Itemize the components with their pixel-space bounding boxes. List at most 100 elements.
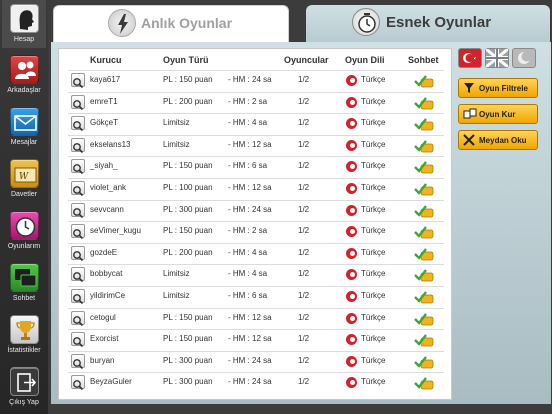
type-cell: PL : 150 puan bbox=[163, 334, 213, 344]
sidebar-item-chat[interactable]: Sohbet bbox=[2, 259, 46, 307]
button-label: Meydan Oku bbox=[479, 136, 527, 145]
time-cell: - HM : 12 sa bbox=[228, 139, 272, 149]
table-row[interactable]: gozdeE PL : 200 puan - HM : 4 sa 1/2 Türkçe bbox=[68, 242, 444, 263]
chat-check-icon[interactable] bbox=[414, 355, 434, 369]
chat-check-icon[interactable] bbox=[414, 96, 434, 110]
time-cell: - HM : 12 sa bbox=[228, 312, 272, 322]
turkey-flag-icon bbox=[346, 355, 357, 367]
column-header-founder: Kurucu bbox=[90, 55, 122, 65]
sidebar-item-account[interactable]: Hesap bbox=[2, 0, 46, 48]
table-row[interactable]: emreT1 PL : 200 puan - HM : 2 sa 1/2 Türkçe bbox=[68, 91, 444, 112]
language-cell: Türkçe bbox=[361, 204, 386, 214]
friends-icon bbox=[10, 55, 39, 84]
players-cell: 1/2 bbox=[298, 96, 310, 106]
chat-check-icon[interactable] bbox=[414, 268, 434, 282]
invitation-icon: W bbox=[10, 159, 39, 188]
magnifier-icon[interactable] bbox=[71, 224, 85, 240]
chat-check-icon[interactable] bbox=[414, 333, 434, 347]
magnifier-icon[interactable] bbox=[71, 159, 85, 175]
table-row[interactable]: GökçeT Limitsiz - HM : 4 sa 1/2 Türkçe bbox=[68, 113, 444, 133]
table-row[interactable]: yildirimCe Limitsiz - HM : 6 sa 1/2 Türkçe bbox=[68, 286, 444, 306]
magnifier-icon[interactable] bbox=[71, 137, 85, 153]
chat-check-icon[interactable] bbox=[414, 204, 434, 218]
magnifier-icon[interactable] bbox=[71, 310, 85, 326]
chat-check-icon[interactable] bbox=[414, 139, 434, 153]
chat-check-icon[interactable] bbox=[414, 160, 434, 174]
table-row[interactable]: ekselans13 Limitsiz - HM : 12 sa 1/2 Türkçe bbox=[68, 134, 444, 155]
filter-games-button[interactable]: Oyun Filtrele bbox=[458, 78, 538, 98]
moon-icon[interactable] bbox=[512, 48, 536, 68]
chat-check-icon[interactable] bbox=[414, 117, 434, 131]
table-row[interactable]: seVimer_kugu PL : 150 puan - HM : 2 sa 1/2 T… bbox=[68, 221, 444, 241]
magnifier-icon[interactable] bbox=[71, 332, 85, 348]
table-row[interactable]: buryan PL : 300 puan - HM : 24 sa 1/2 Türkçe bbox=[68, 350, 444, 371]
magnifier-icon[interactable] bbox=[71, 267, 85, 283]
players-cell: 1/2 bbox=[298, 118, 310, 128]
type-cell: PL : 100 puan bbox=[163, 183, 213, 192]
type-cell: Limitsiz bbox=[163, 139, 190, 149]
sidebar-item-label: İstatistikler bbox=[7, 347, 41, 354]
table-row[interactable]: cetogul PL : 150 puan - HM : 12 sa 1/2 Türkç… bbox=[68, 307, 444, 328]
time-cell: - HM : 4 sa bbox=[228, 247, 268, 257]
chat-check-icon[interactable] bbox=[414, 376, 434, 390]
magnifier-icon[interactable] bbox=[71, 94, 85, 110]
sidebar-item-logout[interactable]: Çıkış Yap bbox=[2, 363, 46, 411]
turkey-flag-icon bbox=[346, 247, 357, 259]
uk-flag-icon[interactable] bbox=[485, 47, 509, 69]
create-game-button[interactable]: Oyun Kur bbox=[458, 104, 538, 124]
table-row[interactable]: violet_ank PL : 100 puan - HM : 12 sa 1/2 Tü… bbox=[68, 178, 444, 198]
players-cell: 1/2 bbox=[298, 355, 310, 365]
turkey-flag-icon bbox=[346, 161, 357, 173]
players-cell: 1/2 bbox=[298, 204, 310, 214]
type-cell: Limitsiz bbox=[163, 291, 190, 300]
magnifier-icon[interactable] bbox=[71, 181, 85, 197]
tab-instant-games[interactable]: Anlık Oyunlar bbox=[53, 5, 289, 42]
sidebar-item-friends[interactable]: Arkadaşlar bbox=[2, 51, 46, 99]
time-cell: - HM : 2 sa bbox=[228, 226, 268, 236]
time-cell: - HM : 4 sa bbox=[228, 118, 268, 128]
chat-check-icon[interactable] bbox=[414, 247, 434, 261]
sidebar-item-label: Çıkış Yap bbox=[9, 399, 39, 406]
turkey-flag-icon[interactable] bbox=[458, 48, 482, 68]
main-area: Anlık Oyunlar Esnek Oyunlar Kurucu Oyun … bbox=[48, 0, 552, 414]
time-cell: - HM : 24 sa bbox=[228, 355, 272, 365]
magnifier-icon[interactable] bbox=[71, 289, 85, 305]
chat-check-icon[interactable] bbox=[414, 225, 434, 239]
chat-check-icon[interactable] bbox=[414, 312, 434, 326]
table-row[interactable]: kaya617 PL : 150 puan - HM : 24 sa 1/2 Türkç… bbox=[68, 70, 444, 90]
chat-check-icon[interactable] bbox=[414, 290, 434, 304]
founder-cell: bobbycat bbox=[90, 269, 123, 279]
magnifier-icon[interactable] bbox=[71, 202, 85, 218]
language-cell: Türkçe bbox=[361, 269, 386, 279]
table-row[interactable]: sevvcann PL : 300 puan - HM : 24 sa 1/2 Türk… bbox=[68, 199, 444, 220]
sidebar-item-messages[interactable]: Mesajlar bbox=[2, 103, 46, 151]
chat-check-icon[interactable] bbox=[414, 182, 434, 196]
magnifier-icon[interactable] bbox=[71, 375, 85, 391]
table-row[interactable]: bobbycat Limitsiz - HM : 4 sa 1/2 Türkçe bbox=[68, 264, 444, 284]
sidebar-item-my-games[interactable]: Oyunlarım bbox=[2, 207, 46, 255]
founder-cell: sevvcann bbox=[90, 204, 124, 214]
tab-flexible-games[interactable]: Esnek Oyunlar bbox=[306, 5, 550, 42]
time-cell: - HM : 24 sa bbox=[228, 377, 272, 387]
players-cell: 1/2 bbox=[298, 226, 310, 236]
magnifier-icon[interactable] bbox=[71, 245, 85, 261]
founder-cell: cetogul bbox=[90, 312, 116, 322]
founder-cell: ekselans13 bbox=[90, 139, 131, 149]
magnifier-icon[interactable] bbox=[71, 73, 85, 89]
table-row[interactable]: BeyzaGuler PL : 300 puan - HM : 24 sa 1/2 Tü… bbox=[68, 372, 444, 392]
players-cell: 1/2 bbox=[298, 247, 310, 257]
sidebar-item-invitations[interactable]: W Davetler bbox=[2, 155, 46, 203]
table-row[interactable]: Exorcist PL : 150 puan - HM : 12 sa 1/2 Türk… bbox=[68, 329, 444, 349]
time-cell: - HM : 6 sa bbox=[228, 161, 268, 171]
magnifier-icon[interactable] bbox=[71, 353, 85, 369]
sidebar-item-statistics[interactable]: İstatistikler bbox=[2, 311, 46, 359]
filter-icon bbox=[463, 82, 475, 97]
type-cell: PL : 300 puan bbox=[163, 355, 213, 365]
challenge-button[interactable]: Meydan Oku bbox=[458, 130, 538, 150]
column-header-language: Oyun Dili bbox=[345, 55, 385, 65]
chat-check-icon[interactable] bbox=[414, 74, 434, 88]
tab-label: Esnek Oyunlar bbox=[386, 14, 492, 31]
time-cell: - HM : 6 sa bbox=[228, 291, 268, 300]
magnifier-icon[interactable] bbox=[71, 116, 85, 132]
table-row[interactable]: _siyah_ PL : 150 puan - HM : 6 sa 1/2 Türkçe bbox=[68, 156, 444, 176]
